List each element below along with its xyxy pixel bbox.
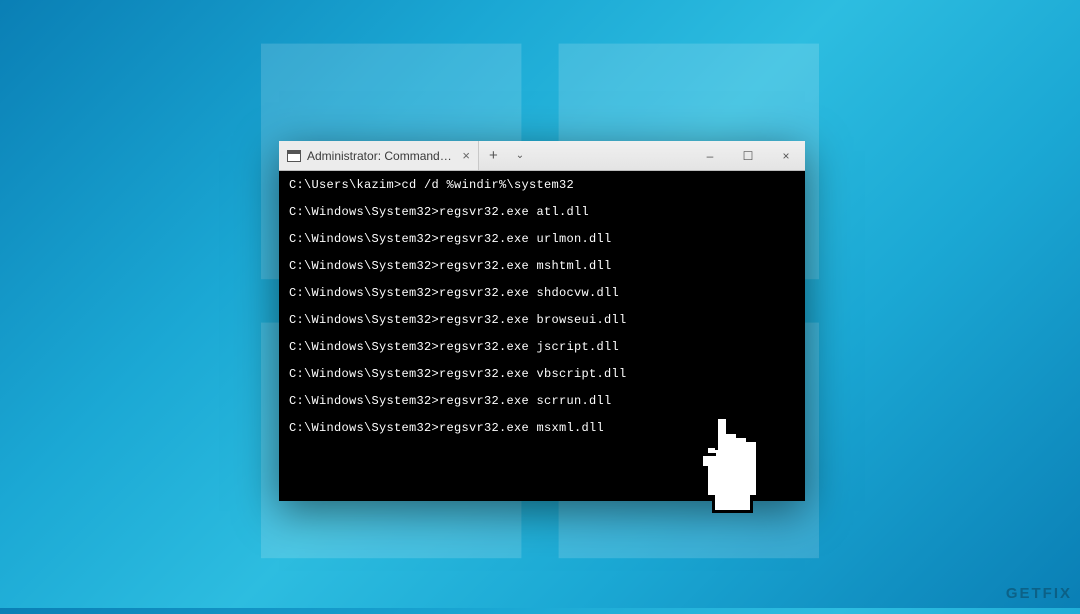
close-button[interactable]: × (767, 141, 805, 170)
terminal-line: C:\Windows\System32>regsvr32.exe jscript… (289, 341, 795, 353)
cmd-icon (287, 150, 301, 162)
terminal-line: C:\Windows\System32>regsvr32.exe msxml.d… (289, 422, 795, 434)
tab-close-button[interactable]: × (460, 148, 472, 163)
terminal-line: C:\Users\kazim>cd /d %windir%\system32 (289, 179, 795, 191)
new-tab-button[interactable]: + (479, 147, 508, 164)
terminal-line: C:\Windows\System32>regsvr32.exe atl.dll (289, 206, 795, 218)
terminal-line: C:\Windows\System32>regsvr32.exe shdocvw… (289, 287, 795, 299)
window-titlebar[interactable]: Administrator: Command Prom × + ⌄ – ☐ × (279, 141, 805, 171)
watermark: GETFIX (1006, 585, 1072, 602)
active-tab[interactable]: Administrator: Command Prom × (279, 141, 479, 170)
terminal-line: C:\Windows\System32>regsvr32.exe mshtml.… (289, 260, 795, 272)
terminal-body[interactable]: C:\Users\kazim>cd /d %windir%\system32 C… (279, 171, 805, 434)
tab-dropdown-button[interactable]: ⌄ (508, 150, 532, 161)
window-controls: – ☐ × (691, 141, 805, 170)
tab-title: Administrator: Command Prom (307, 149, 454, 163)
terminal-line: C:\Windows\System32>regsvr32.exe vbscrip… (289, 368, 795, 380)
terminal-line: C:\Windows\System32>regsvr32.exe urlmon.… (289, 233, 795, 245)
terminal-line: C:\Windows\System32>regsvr32.exe browseu… (289, 314, 795, 326)
terminal-line: C:\Windows\System32>regsvr32.exe scrrun.… (289, 395, 795, 407)
command-prompt-window: Administrator: Command Prom × + ⌄ – ☐ × … (279, 141, 805, 501)
minimize-button[interactable]: – (691, 141, 729, 170)
maximize-button[interactable]: ☐ (729, 141, 767, 170)
